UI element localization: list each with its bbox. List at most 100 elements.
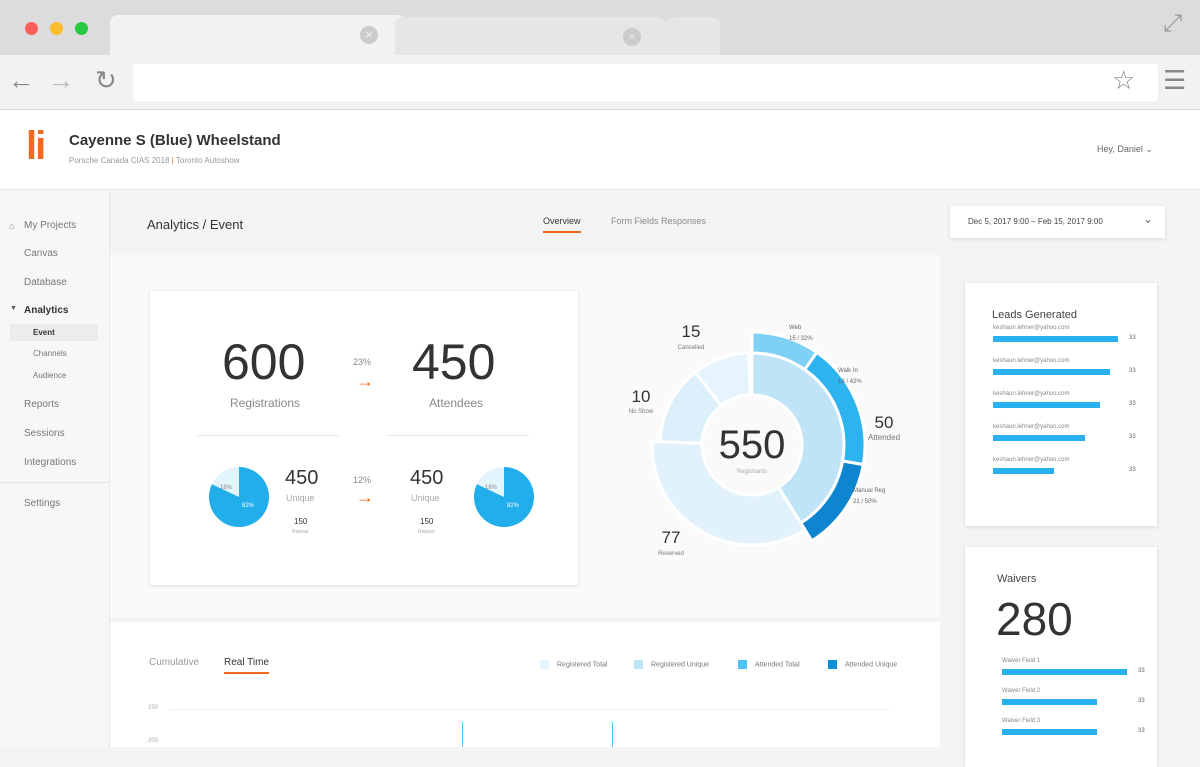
project-title: Cayenne S (Blue) Wheelstand xyxy=(69,132,281,149)
legend-swatch xyxy=(828,660,837,669)
legend-swatch xyxy=(540,660,549,669)
legend-registered-unique: Registered Unique xyxy=(634,660,709,669)
app-header: li Cayenne S (Blue) Wheelstand Porsche C… xyxy=(0,110,1200,190)
waivers-card: Waivers 280 Waiver Field 1 33 Waiver Fie… xyxy=(965,547,1157,767)
breadcrumb: Analytics / Event xyxy=(147,217,243,232)
browser-tab-bar: × × ⤢ xyxy=(0,0,1200,55)
conversion-rate: 23% xyxy=(353,357,371,367)
funnel-card: 600 Registrations 23% → 450 Attendees 18… xyxy=(150,291,578,585)
close-tab-icon[interactable]: × xyxy=(623,28,641,46)
manual-reg-label: Manual Reg xyxy=(853,488,885,494)
address-bar[interactable] xyxy=(133,64,1158,101)
reload-icon[interactable]: ↻ xyxy=(95,65,117,96)
caret-down-icon: ▼ xyxy=(10,305,17,312)
tab-form-fields-responses[interactable]: Form Fields Responses xyxy=(611,216,706,226)
reserved-label: Reserved xyxy=(658,551,684,557)
date-range-value: Dec 5, 2017 9:00 – Feb 15, 2017 9:00 xyxy=(968,217,1103,226)
walkin-label: Walk In xyxy=(838,368,858,374)
sidebar-item-event[interactable]: Event xyxy=(10,324,98,341)
lead-bar xyxy=(993,435,1085,441)
right-repeat-value: 150 xyxy=(420,517,433,526)
minimize-window-button[interactable] xyxy=(50,22,63,35)
tab-real-time[interactable]: Real Time xyxy=(224,657,269,674)
attendees-value: 450 xyxy=(412,333,495,391)
waiver-value: 33 xyxy=(1138,668,1145,674)
sidebar-item-integrations[interactable]: Integrations xyxy=(24,457,76,468)
close-window-button[interactable] xyxy=(25,22,38,35)
sidebar-item-my-projects[interactable]: My Projects xyxy=(24,220,76,231)
lead-label: keshaun.lehner@yahoo.com xyxy=(993,424,1069,430)
star-icon[interactable]: ☆ xyxy=(1112,65,1135,96)
cancelled-value: 15 xyxy=(682,322,701,341)
cancelled-label: Cancelled xyxy=(678,345,705,351)
leads-generated-card: Leads Generated keshaun.lehner@yahoo.com… xyxy=(965,283,1157,526)
lead-row: keshaun.lehner@yahoo.com 33 xyxy=(993,457,1153,477)
home-icon: ⌂ xyxy=(9,221,14,231)
left-repeat-value: 150 xyxy=(294,517,307,526)
conversion-rate: 12% xyxy=(353,475,371,485)
expand-icon[interactable]: ⤢ xyxy=(1163,10,1182,38)
sidebar-item-reports[interactable]: Reports xyxy=(24,399,59,410)
repeat-label: Repeat xyxy=(292,529,308,535)
waiver-label: Waiver Field 3 xyxy=(1002,718,1040,724)
sidebar-item-database[interactable]: Database xyxy=(24,277,67,288)
sidebar-item-analytics[interactable]: Analytics xyxy=(24,305,68,316)
close-tab-icon[interactable]: × xyxy=(360,26,378,44)
no-show-label: No Show xyxy=(629,409,654,415)
unique-label: Unique xyxy=(286,493,315,503)
browser-tab-active[interactable]: × xyxy=(110,15,405,55)
waiver-bar xyxy=(1002,669,1127,675)
maximize-window-button[interactable] xyxy=(75,22,88,35)
browser-tab[interactable]: × xyxy=(395,17,665,57)
data-spike xyxy=(612,722,613,747)
divider xyxy=(0,482,110,483)
divider xyxy=(387,435,529,436)
separator: | xyxy=(172,156,174,165)
legend-label: Registered Total xyxy=(557,661,607,668)
user-menu[interactable]: Hey, Daniel ⌄ xyxy=(1097,144,1153,155)
venue-name: Toronto Autoshow xyxy=(176,156,240,165)
tab-overview[interactable]: Overview xyxy=(543,216,581,233)
sidebar-item-audience[interactable]: Audience xyxy=(33,371,66,380)
lead-row: keshaun.lehner@yahoo.com 33 xyxy=(993,325,1153,345)
forward-icon[interactable]: → xyxy=(48,65,74,96)
lead-bar xyxy=(993,369,1110,375)
date-range-picker[interactable]: Dec 5, 2017 9:00 – Feb 15, 2017 9:00 ⌄ xyxy=(950,206,1165,238)
legend-label: Registered Unique xyxy=(651,661,709,668)
sidebar-item-sessions[interactable]: Sessions xyxy=(24,428,65,439)
sidebar-item-settings[interactable]: Settings xyxy=(24,498,60,509)
lead-value: 33 xyxy=(1129,335,1136,341)
user-greeting: Hey, Daniel xyxy=(1097,144,1143,154)
registrants-donut-chart: 550 Registrants 15 Cancelled 10 No Show … xyxy=(600,310,920,560)
lead-value: 33 xyxy=(1129,401,1136,407)
waivers-total: 280 xyxy=(996,592,1073,646)
sidebar-item-label: Event xyxy=(33,328,55,337)
manual-reg-value: 21 / 50% xyxy=(853,499,877,505)
tab-cumulative[interactable]: Cumulative xyxy=(149,657,199,668)
data-spike xyxy=(462,722,463,747)
new-tab-button[interactable] xyxy=(665,17,720,57)
back-icon[interactable]: ← xyxy=(8,65,34,96)
unique-label: Unique xyxy=(411,493,440,503)
attendees-label: Attendees xyxy=(429,396,483,410)
waiver-bar xyxy=(1002,729,1097,735)
logo: li xyxy=(26,124,44,169)
chevron-down-icon: ⌄ xyxy=(1143,212,1153,226)
web-value: 15 / 32% xyxy=(789,336,813,342)
pie-label-a: 18% xyxy=(485,485,498,491)
gridline xyxy=(170,709,890,710)
legend-swatch xyxy=(738,660,747,669)
walkin-value: 18 / 42% xyxy=(838,379,862,385)
lead-bar xyxy=(993,402,1100,408)
pie-label-a: 18% xyxy=(220,485,233,491)
pie-label-b: 82% xyxy=(507,503,520,509)
sidebar-item-channels[interactable]: Channels xyxy=(33,349,67,358)
legend-attended-total: Attended Total xyxy=(738,660,800,669)
menu-icon[interactable]: ☰ xyxy=(1163,65,1186,96)
event-name: Porsche Canada CIAS 2018 xyxy=(69,156,170,165)
waiver-row: Waiver Field 1 33 xyxy=(1002,658,1162,678)
lead-label: keshaun.lehner@yahoo.com xyxy=(993,358,1069,364)
lead-row: keshaun.lehner@yahoo.com 33 xyxy=(993,391,1153,411)
sidebar-item-canvas[interactable]: Canvas xyxy=(24,248,58,259)
sidebar: ⌂ My Projects Canvas Database ▼ Analytic… xyxy=(0,190,110,747)
